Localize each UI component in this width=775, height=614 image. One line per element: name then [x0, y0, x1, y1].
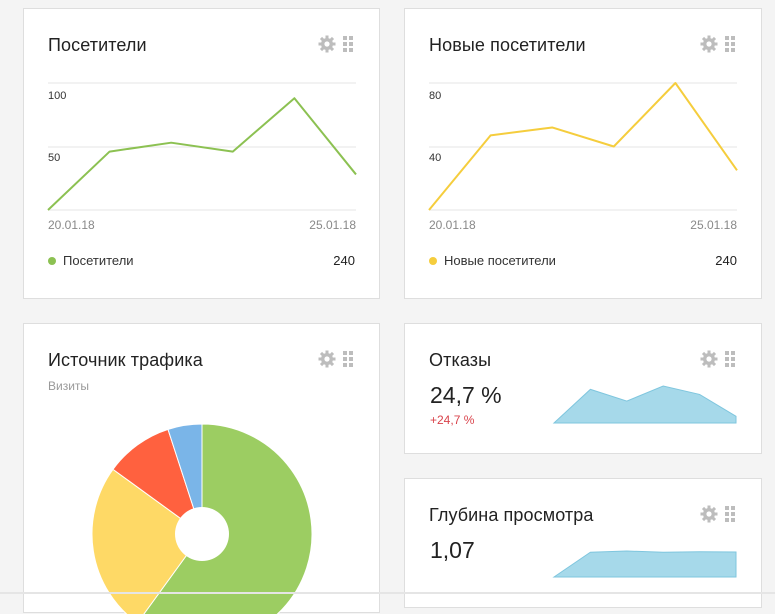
legend-label: Посетители	[63, 253, 134, 268]
legend-total: 240	[333, 253, 355, 268]
y-tick-label: 80	[429, 90, 441, 102]
depth-sparkline	[552, 550, 737, 578]
visitors-widget: Посетители 100 50 20.01.18 25.01.18 Посе…	[23, 8, 380, 299]
sparkline-area	[552, 550, 737, 578]
y-tick-label: 40	[429, 152, 441, 164]
legend-label: Новые посетители	[444, 253, 556, 268]
y-tick-label: 50	[48, 152, 60, 164]
x-tick-label: 25.01.18	[309, 218, 356, 232]
traffic-source-widget: Источник трафика Визиты	[23, 323, 380, 614]
legend-dot	[48, 256, 56, 265]
y-tick-label: 100	[48, 90, 66, 102]
legend-dot	[429, 256, 437, 265]
new-visitors-widget: Новые посетители 80 40 20.01.18 25.01.18…	[404, 8, 762, 299]
legend: Новые посетители 240	[429, 253, 737, 268]
legend-total: 240	[715, 253, 737, 268]
x-tick-label: 20.01.18	[429, 218, 476, 232]
donut-hole	[175, 507, 229, 561]
series-line	[47, 97, 357, 211]
traffic-pie-chart	[91, 423, 313, 614]
new-visitors-line-chart: 80 40 20.01.18 25.01.18	[428, 82, 738, 232]
bounce-rate-widget: Отказы 24,7 % +24,7 %	[404, 323, 762, 454]
page-depth-widget: Глубина просмотра 1,07	[404, 478, 762, 608]
sparkline-area	[552, 385, 737, 424]
legend: Посетители 240	[48, 253, 355, 268]
visitors-line-chart: 100 50 20.01.18 25.01.18	[47, 82, 357, 232]
x-tick-label: 20.01.18	[48, 218, 95, 232]
x-tick-label: 25.01.18	[690, 218, 737, 232]
bounce-sparkline	[552, 385, 737, 424]
